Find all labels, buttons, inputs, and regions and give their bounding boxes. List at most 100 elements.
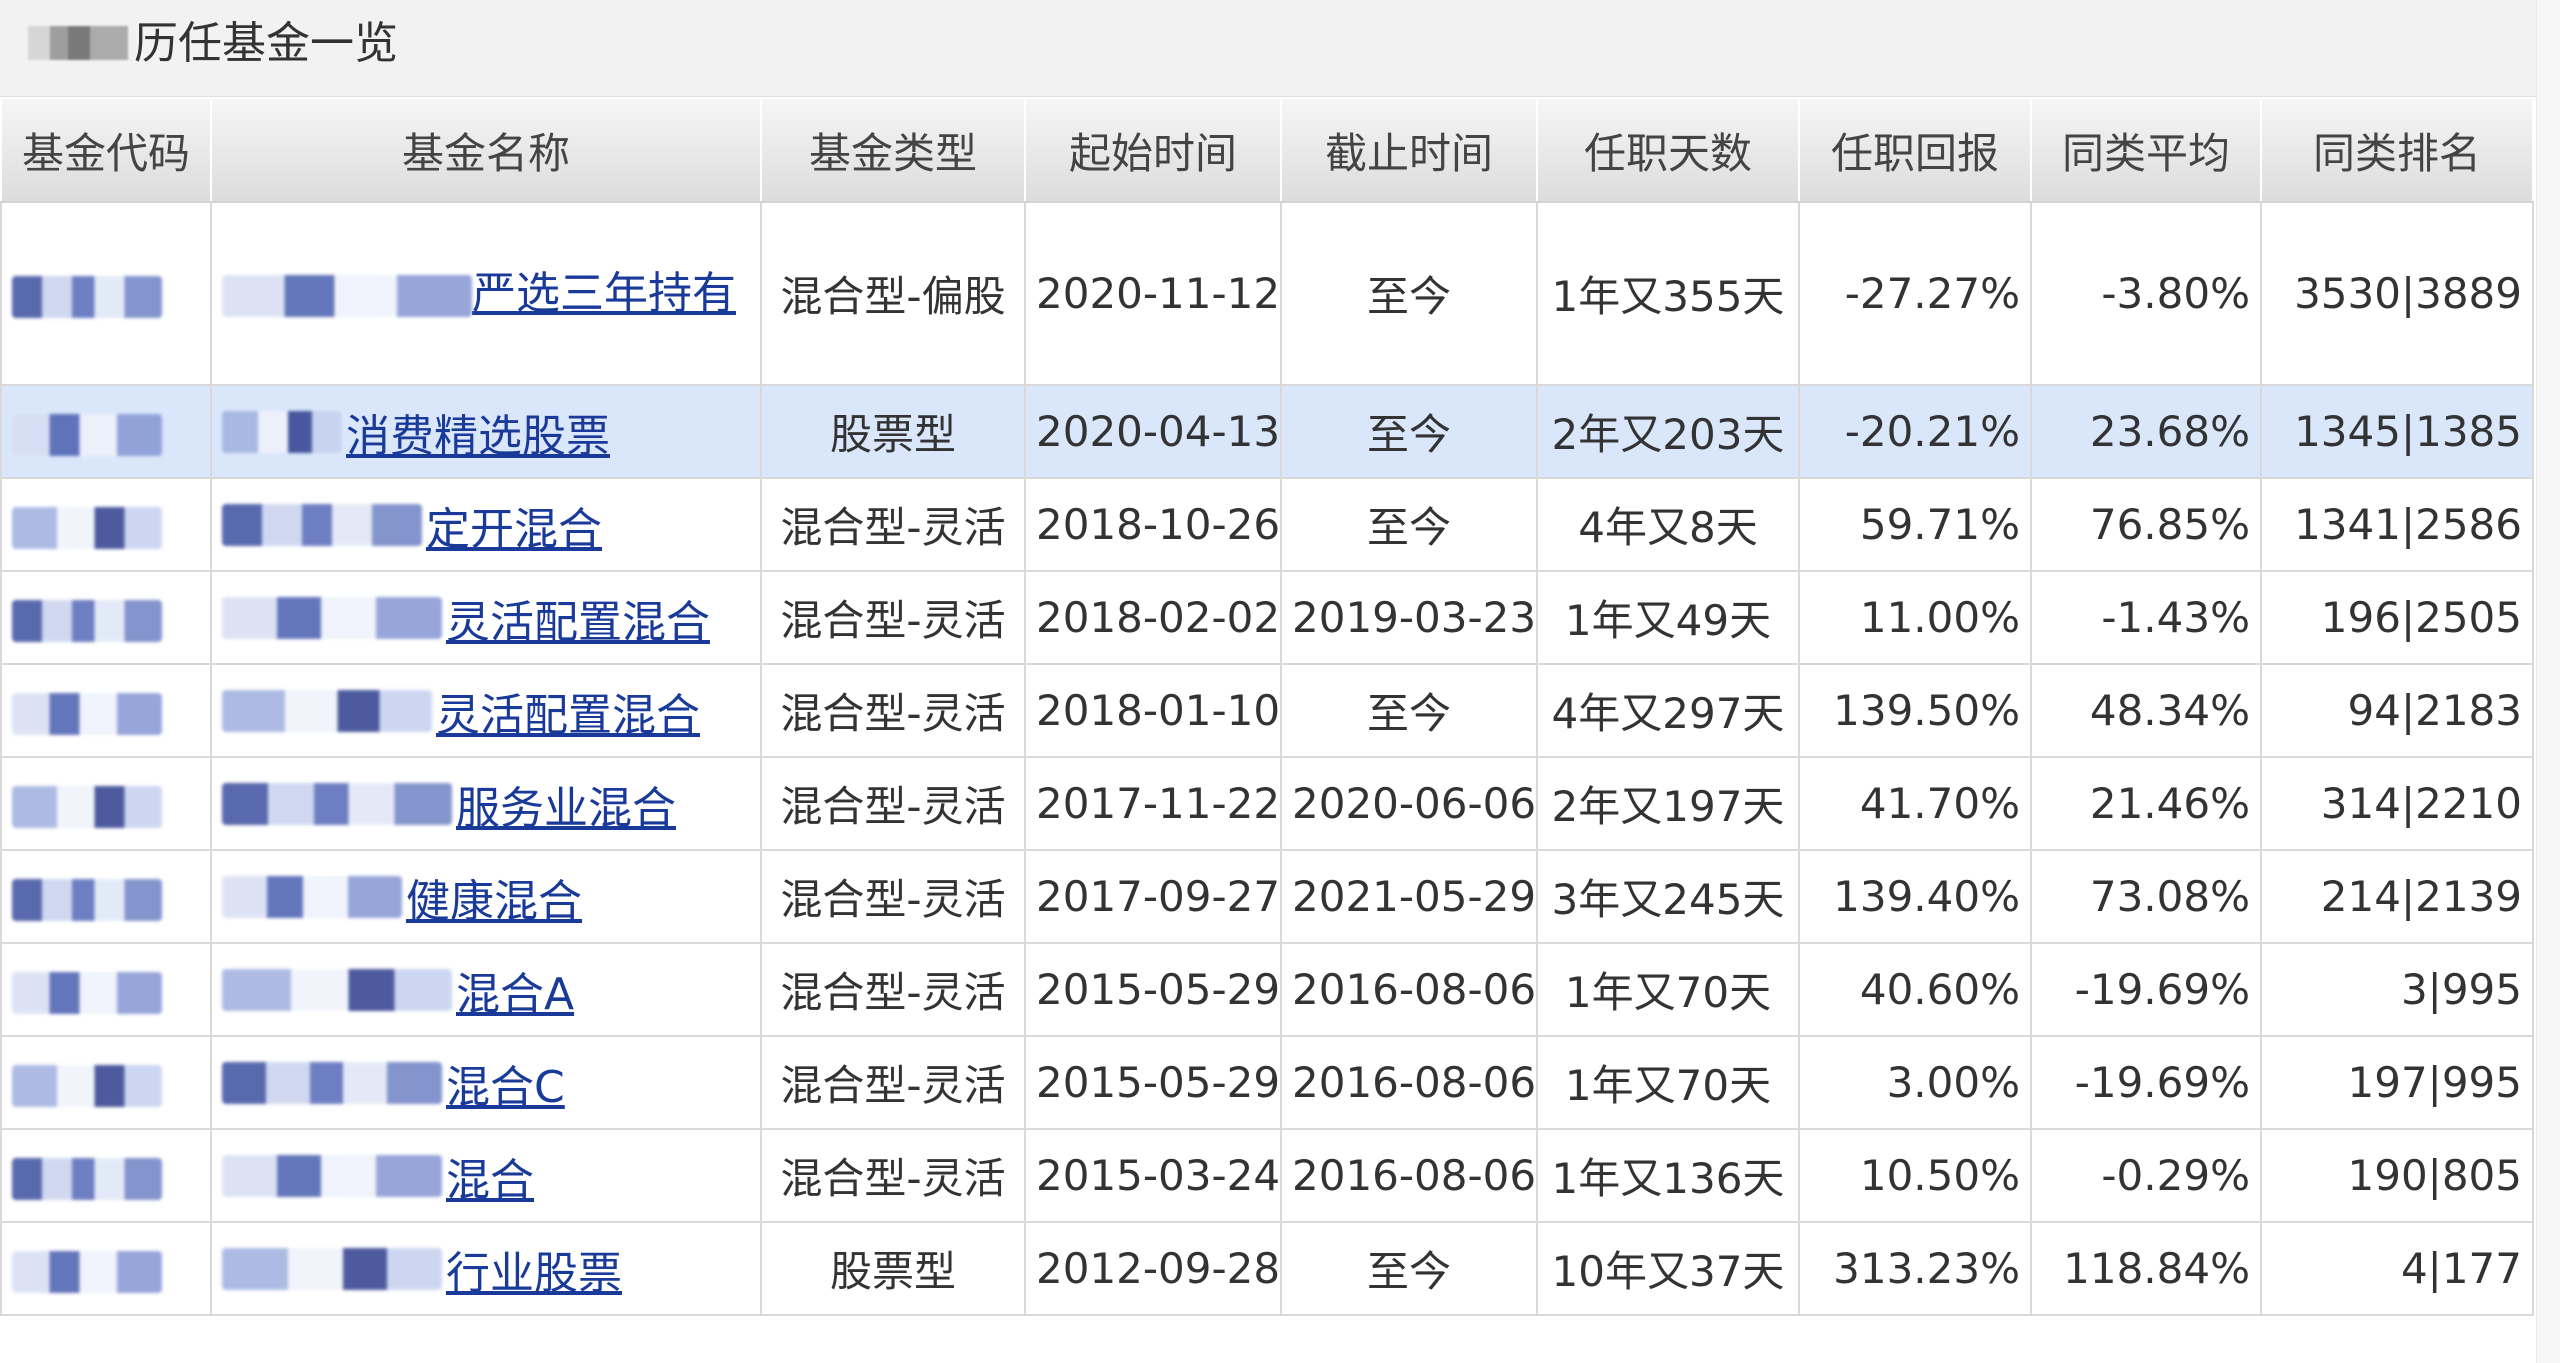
redacted-fund-code[interactable]: [12, 1250, 162, 1293]
redacted-fund-name-prefix: [222, 1061, 442, 1104]
fund-name-link[interactable]: 定开混合: [426, 493, 602, 557]
fund-type-cell: 混合型-灵活: [760, 570, 1026, 665]
redacted-fund-code[interactable]: [12, 1064, 162, 1107]
peer-rank-cell: 1345|1385: [2260, 384, 2534, 479]
fund-name-cell: 混合C: [210, 1035, 762, 1130]
fund-code-cell[interactable]: [0, 1221, 212, 1316]
fund-name-link[interactable]: 混合: [446, 1144, 534, 1208]
start-date-cell: 2020-11-12: [1024, 201, 1282, 386]
redacted-fund-name-prefix: [222, 1154, 442, 1197]
panel-title: 历任基金一览: [134, 18, 398, 69]
tenure-days-cell: 2年又203天: [1536, 384, 1800, 479]
peer-average-cell: 23.68%: [2030, 384, 2262, 479]
fund-code-cell[interactable]: [0, 663, 212, 758]
end-date-cell: 2016-08-06: [1280, 1128, 1538, 1223]
end-date-cell: 至今: [1280, 663, 1538, 758]
fund-name-link[interactable]: 灵活配置混合: [436, 679, 700, 743]
vertical-scrollbar[interactable]: [2536, 0, 2560, 1363]
fund-type-cell: 混合型-灵活: [760, 477, 1026, 572]
fund-code-cell[interactable]: [0, 849, 212, 944]
peer-rank-cell: 197|995: [2260, 1035, 2534, 1130]
fund-code-cell[interactable]: [0, 201, 212, 386]
fund-type-cell: 混合型-偏股: [760, 201, 1026, 386]
end-date-cell: 2019-03-23: [1280, 570, 1538, 665]
tenure-days-cell: 2年又197天: [1536, 756, 1800, 851]
fund-name-link[interactable]: 消费精选股票: [346, 400, 610, 464]
tenure-return-cell: 40.60%: [1798, 942, 2032, 1037]
peer-average-cell: 73.08%: [2030, 849, 2262, 944]
col-header-start[interactable]: 起始时间: [1024, 97, 1282, 203]
table-row[interactable]: 混合C 混合型-灵活 2015-05-29 2016-08-06 1年又70天 3.00%…: [0, 1035, 2534, 1130]
fund-type-cell: 混合型-灵活: [760, 756, 1026, 851]
tenure-return-cell: 59.71%: [1798, 477, 2032, 572]
tenure-days-cell: 10年又37天: [1536, 1221, 1800, 1316]
fund-name-cell: 灵活配置混合: [210, 570, 762, 665]
table-row[interactable]: 服务业混合 混合型-灵活 2017-11-22 2020-06-06 2年又197天 41…: [0, 756, 2534, 851]
redacted-fund-code[interactable]: [12, 878, 162, 921]
fund-name-cell: 服务业混合: [210, 756, 762, 851]
redacted-fund-code[interactable]: [12, 599, 162, 642]
fund-name-link[interactable]: 健康混合: [406, 865, 582, 929]
col-header-type[interactable]: 基金类型: [760, 97, 1026, 203]
fund-name-cell: 消费精选股票: [210, 384, 762, 479]
fund-code-cell[interactable]: [0, 1035, 212, 1130]
fund-code-cell[interactable]: [0, 942, 212, 1037]
fund-history-panel: 历任基金一览 基金代码 基金名称 基金类型 起始时间 截止时间 任职天数 任职回…: [0, 0, 2560, 1363]
col-header-peer-avg[interactable]: 同类平均: [2030, 97, 2262, 203]
table-row[interactable]: 行业股票 股票型 2012-09-28 至今 10年又37天 313.23% 118.84%…: [0, 1221, 2534, 1316]
fund-name-link[interactable]: 灵活配置混合: [446, 586, 710, 650]
col-header-code[interactable]: 基金代码: [0, 97, 212, 203]
fund-name-cell: 灵活配置混合: [210, 663, 762, 758]
fund-name-link[interactable]: 严选三年持有: [472, 268, 736, 319]
table-row[interactable]: 定开混合 混合型-灵活 2018-10-26 至今 4年又8天 59.71% 76.85% 1…: [0, 477, 2534, 572]
table-row[interactable]: 健康混合 混合型-灵活 2017-09-27 2021-05-29 3年又245天 139…: [0, 849, 2534, 944]
fund-type-cell: 混合型-灵活: [760, 1035, 1026, 1130]
redacted-fund-code[interactable]: [12, 275, 162, 318]
table-row[interactable]: 混合 混合型-灵活 2015-03-24 2016-08-06 1年又136天 10.50…: [0, 1128, 2534, 1223]
table-row[interactable]: 灵活配置混合 混合型-灵活 2018-02-02 2019-03-23 1年又49天 11…: [0, 570, 2534, 665]
table-header-row: 基金代码 基金名称 基金类型 起始时间 截止时间 任职天数 任职回报 同类平均 …: [0, 97, 2534, 203]
tenure-return-cell: 139.40%: [1798, 849, 2032, 944]
redacted-fund-name-prefix: [222, 275, 472, 317]
tenure-return-cell: -20.21%: [1798, 384, 2032, 479]
peer-rank-cell: 314|2210: [2260, 756, 2534, 851]
fund-type-cell: 股票型: [760, 384, 1026, 479]
table-row[interactable]: 严选三年持有 混合型-偏股 2020-11-12 至今 1年又355天 -27.27% -3…: [0, 201, 2534, 386]
fund-code-cell[interactable]: [0, 1128, 212, 1223]
fund-name-link[interactable]: 服务业混合: [456, 772, 676, 836]
fund-name-cell: 严选三年持有: [210, 201, 762, 386]
tenure-return-cell: -27.27%: [1798, 201, 2032, 386]
fund-name-link[interactable]: 混合A: [456, 958, 574, 1022]
table-row[interactable]: 消费精选股票 股票型 2020-04-13 至今 2年又203天 -20.21% 23.68…: [0, 384, 2534, 479]
col-header-return[interactable]: 任职回报: [1798, 97, 2032, 203]
fund-name-link[interactable]: 混合C: [446, 1051, 565, 1115]
end-date-cell: 2016-08-06: [1280, 942, 1538, 1037]
redacted-fund-code[interactable]: [12, 785, 162, 828]
fund-code-cell[interactable]: [0, 570, 212, 665]
redacted-fund-name-prefix: [222, 410, 342, 453]
col-header-name[interactable]: 基金名称: [210, 97, 762, 203]
tenure-return-cell: 41.70%: [1798, 756, 2032, 851]
redacted-fund-code[interactable]: [12, 1157, 162, 1200]
fund-code-cell[interactable]: [0, 384, 212, 479]
redacted-fund-code[interactable]: [12, 506, 162, 549]
table-row[interactable]: 混合A 混合型-灵活 2015-05-29 2016-08-06 1年又70天 40.60…: [0, 942, 2534, 1037]
table-row[interactable]: 灵活配置混合 混合型-灵活 2018-01-10 至今 4年又297天 139.50% 48…: [0, 663, 2534, 758]
redacted-fund-code[interactable]: [12, 413, 162, 456]
col-header-peer-rank[interactable]: 同类排名: [2260, 97, 2534, 203]
fund-table: 基金代码 基金名称 基金类型 起始时间 截止时间 任职天数 任职回报 同类平均 …: [0, 97, 2534, 1316]
tenure-days-cell: 1年又70天: [1536, 942, 1800, 1037]
fund-code-cell[interactable]: [0, 477, 212, 572]
tenure-days-cell: 4年又297天: [1536, 663, 1800, 758]
redacted-fund-code[interactable]: [12, 692, 162, 735]
fund-name-link[interactable]: 行业股票: [446, 1237, 622, 1301]
col-header-end[interactable]: 截止时间: [1280, 97, 1538, 203]
redacted-manager-name: [28, 26, 128, 60]
col-header-days[interactable]: 任职天数: [1536, 97, 1800, 203]
peer-average-cell: -0.29%: [2030, 1128, 2262, 1223]
peer-average-cell: -3.80%: [2030, 201, 2262, 386]
end-date-cell: 2016-08-06: [1280, 1035, 1538, 1130]
redacted-fund-code[interactable]: [12, 971, 162, 1014]
fund-name-cell: 行业股票: [210, 1221, 762, 1316]
fund-code-cell[interactable]: [0, 756, 212, 851]
